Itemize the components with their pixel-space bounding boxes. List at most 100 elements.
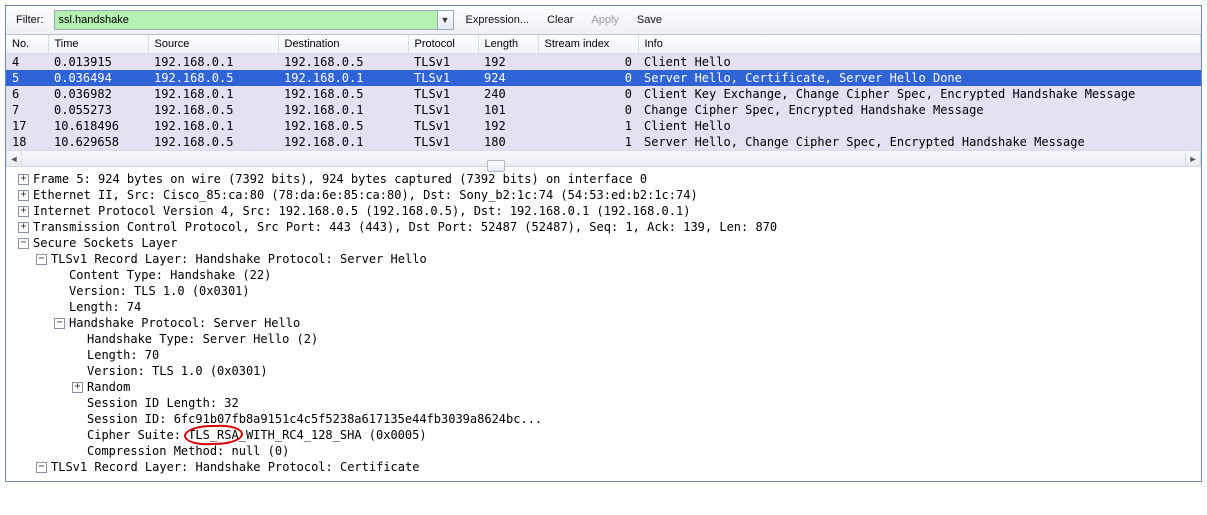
detail-line[interactable]: + Transmission Control Protocol, Src Port… bbox=[10, 219, 1201, 235]
detail-line[interactable]: Version: TLS 1.0 (0x0301) bbox=[10, 283, 1201, 299]
table-row[interactable]: 1710.618496192.168.0.1192.168.0.5TLSv119… bbox=[6, 118, 1201, 134]
detail-line[interactable]: −Handshake Protocol: Server Hello bbox=[10, 315, 1201, 331]
col-time[interactable]: Time bbox=[48, 35, 148, 54]
detail-text: Secure Sockets Layer bbox=[33, 235, 178, 251]
cell-time: 0.055273 bbox=[48, 102, 148, 118]
col-no[interactable]: No. bbox=[6, 35, 48, 54]
cell-stream: 1 bbox=[538, 134, 638, 150]
clear-button[interactable]: Clear bbox=[541, 12, 579, 28]
filter-label: Filter: bbox=[12, 14, 48, 26]
table-row[interactable]: 40.013915192.168.0.1192.168.0.5TLSv11920… bbox=[6, 54, 1201, 71]
expand-icon[interactable]: + bbox=[18, 222, 29, 233]
expand-icon[interactable]: + bbox=[18, 206, 29, 217]
filter-input[interactable] bbox=[55, 11, 437, 29]
cell-dst: 192.168.0.5 bbox=[278, 118, 408, 134]
collapse-icon[interactable]: − bbox=[54, 318, 65, 329]
cell-info: Server Hello, Certificate, Server Hello … bbox=[638, 70, 1201, 86]
col-protocol[interactable]: Protocol bbox=[408, 35, 478, 54]
cell-proto: TLSv1 bbox=[408, 102, 478, 118]
packet-table-header: No. Time Source Destination Protocol Len… bbox=[6, 35, 1201, 54]
cell-stream: 0 bbox=[538, 70, 638, 86]
packet-details-tree: +Frame 5: 924 bytes on wire (7392 bits),… bbox=[6, 166, 1201, 481]
col-destination[interactable]: Destination bbox=[278, 35, 408, 54]
detail-text-after: _WITH_RC4_128_SHA (0x0005) bbox=[239, 427, 427, 443]
detail-text: Version: TLS 1.0 (0x0301) bbox=[69, 283, 250, 299]
cell-proto: TLSv1 bbox=[408, 54, 478, 71]
col-stream[interactable]: Stream index bbox=[538, 35, 638, 54]
table-row[interactable]: 50.036494192.168.0.5192.168.0.1TLSv19240… bbox=[6, 70, 1201, 86]
cell-proto: TLSv1 bbox=[408, 118, 478, 134]
detail-line[interactable]: Session ID Length: 32 bbox=[10, 395, 1201, 411]
cell-stream: 0 bbox=[538, 54, 638, 71]
scroll-right-arrow-icon[interactable]: ► bbox=[1185, 151, 1201, 167]
detail-text: Version: TLS 1.0 (0x0301) bbox=[87, 363, 268, 379]
detail-text: Random bbox=[87, 379, 130, 395]
detail-line[interactable]: + Random bbox=[10, 379, 1201, 395]
detail-line[interactable]: Session ID: 6fc91b07fb8a9151c4c5f5238a61… bbox=[10, 411, 1201, 427]
detail-text: Compression Method: null (0) bbox=[87, 443, 289, 459]
collapse-icon[interactable]: − bbox=[18, 238, 29, 249]
detail-line[interactable]: −TLSv1 Record Layer: Handshake Protocol:… bbox=[10, 459, 1201, 475]
cell-info: Client Hello bbox=[638, 54, 1201, 71]
detail-line[interactable]: Version: TLS 1.0 (0x0301) bbox=[10, 363, 1201, 379]
filter-combo[interactable]: ▼ bbox=[54, 10, 454, 30]
detail-text: Internet Protocol Version 4, Src: 192.16… bbox=[33, 203, 690, 219]
expand-icon[interactable]: + bbox=[18, 190, 29, 201]
highlighted-text: TLS_RSA bbox=[188, 427, 239, 443]
table-row[interactable]: 60.036982192.168.0.1192.168.0.5TLSv12400… bbox=[6, 86, 1201, 102]
cell-src: 192.168.0.5 bbox=[148, 70, 278, 86]
cell-dst: 192.168.0.5 bbox=[278, 54, 408, 71]
detail-line[interactable]: +Ethernet II, Src: Cisco_85:ca:80 (78:da… bbox=[10, 187, 1201, 203]
table-row[interactable]: 1810.629658192.168.0.5192.168.0.1TLSv118… bbox=[6, 134, 1201, 150]
expand-icon[interactable]: + bbox=[72, 382, 83, 393]
detail-line[interactable]: −TLSv1 Record Layer: Handshake Protocol:… bbox=[10, 251, 1201, 267]
col-source[interactable]: Source bbox=[148, 35, 278, 54]
apply-button[interactable]: Apply bbox=[585, 12, 625, 28]
collapse-icon[interactable]: − bbox=[36, 462, 47, 473]
cell-len: 240 bbox=[478, 86, 538, 102]
detail-text: Transmission Control Protocol, Src Port:… bbox=[33, 219, 777, 235]
cell-src: 192.168.0.5 bbox=[148, 102, 278, 118]
cell-no: 5 bbox=[6, 70, 48, 86]
detail-line[interactable]: Length: 70 bbox=[10, 347, 1201, 363]
cell-stream: 0 bbox=[538, 102, 638, 118]
cell-len: 192 bbox=[478, 54, 538, 71]
scroll-left-arrow-icon[interactable]: ◄ bbox=[6, 151, 22, 167]
cell-no: 7 bbox=[6, 102, 48, 118]
detail-text: Length: 70 bbox=[87, 347, 159, 363]
cell-time: 10.629658 bbox=[48, 134, 148, 150]
cell-stream: 1 bbox=[538, 118, 638, 134]
detail-line[interactable]: Content Type: Handshake (22) bbox=[10, 267, 1201, 283]
collapse-icon[interactable]: − bbox=[36, 254, 47, 265]
detail-line[interactable]: Handshake Type: Server Hello (2) bbox=[10, 331, 1201, 347]
cell-dst: 192.168.0.5 bbox=[278, 86, 408, 102]
cell-len: 924 bbox=[478, 70, 538, 86]
app-frame: Filter: ▼ Expression... Clear Apply Save… bbox=[5, 5, 1202, 482]
detail-text: Cipher Suite: bbox=[87, 427, 188, 443]
filter-dropdown-button[interactable]: ▼ bbox=[437, 11, 453, 29]
cell-dst: 192.168.0.1 bbox=[278, 134, 408, 150]
detail-line[interactable]: Compression Method: null (0) bbox=[10, 443, 1201, 459]
detail-text: Handshake Type: Server Hello (2) bbox=[87, 331, 318, 347]
horizontal-scrollbar[interactable]: ◄ ► bbox=[6, 150, 1201, 166]
scroll-thumb[interactable] bbox=[487, 160, 505, 172]
detail-line[interactable]: −Secure Sockets Layer bbox=[10, 235, 1201, 251]
cell-no: 4 bbox=[6, 54, 48, 71]
filter-toolbar: Filter: ▼ Expression... Clear Apply Save bbox=[6, 6, 1201, 35]
cell-src: 192.168.0.5 bbox=[148, 134, 278, 150]
cell-time: 0.036982 bbox=[48, 86, 148, 102]
table-row[interactable]: 70.055273192.168.0.5192.168.0.1TLSv11010… bbox=[6, 102, 1201, 118]
detail-line[interactable]: Length: 74 bbox=[10, 299, 1201, 315]
detail-line[interactable]: Cipher Suite: TLS_RSA_WITH_RC4_128_SHA (… bbox=[10, 427, 1201, 443]
detail-line[interactable]: +Frame 5: 924 bytes on wire (7392 bits),… bbox=[10, 171, 1201, 187]
detail-line[interactable]: + Internet Protocol Version 4, Src: 192.1… bbox=[10, 203, 1201, 219]
detail-text: TLSv1 Record Layer: Handshake Protocol: … bbox=[51, 251, 427, 267]
col-length[interactable]: Length bbox=[478, 35, 538, 54]
cell-len: 192 bbox=[478, 118, 538, 134]
col-info[interactable]: Info bbox=[638, 35, 1201, 54]
save-button[interactable]: Save bbox=[631, 12, 668, 28]
packet-table: No. Time Source Destination Protocol Len… bbox=[6, 35, 1201, 150]
detail-text: TLSv1 Record Layer: Handshake Protocol: … bbox=[51, 459, 419, 475]
expression-button[interactable]: Expression... bbox=[460, 12, 536, 28]
expand-icon[interactable]: + bbox=[18, 174, 29, 185]
